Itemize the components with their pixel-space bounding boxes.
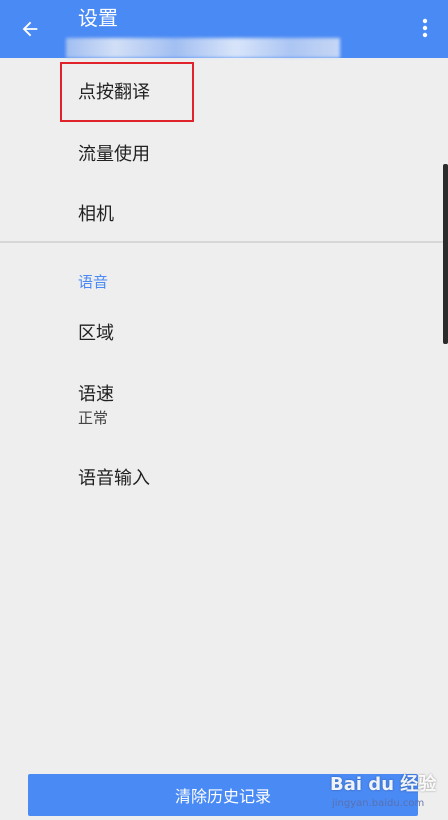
scrollbar-thumb[interactable] [443,164,448,344]
setting-voice-input[interactable]: 语音输入 [0,446,448,504]
section-header-voice: 语音 [78,273,109,291]
setting-data-usage[interactable]: 流量使用 [0,122,448,182]
setting-label: 相机 [78,204,114,225]
more-vertical-icon [422,18,428,38]
setting-speech-rate[interactable]: 语速 正常 [0,362,448,440]
setting-camera[interactable]: 相机 [0,182,448,240]
app-bar: 设置 [0,0,448,58]
page-title: 设置 [78,6,118,30]
blurred-region [66,38,340,58]
setting-label: 语音输入 [78,468,150,489]
back-button[interactable] [10,9,50,49]
highlight-annotation [60,62,194,122]
setting-value: 正常 [78,409,109,427]
setting-region[interactable]: 区域 [0,302,448,360]
overflow-menu-button[interactable] [410,10,440,46]
arrow-left-icon [22,21,38,37]
clear-history-button[interactable]: 清除历史记录 [28,774,418,816]
setting-label: 区域 [78,323,114,344]
section-divider [0,241,448,243]
setting-label: 流量使用 [78,144,150,165]
setting-label: 语速 [78,384,114,405]
